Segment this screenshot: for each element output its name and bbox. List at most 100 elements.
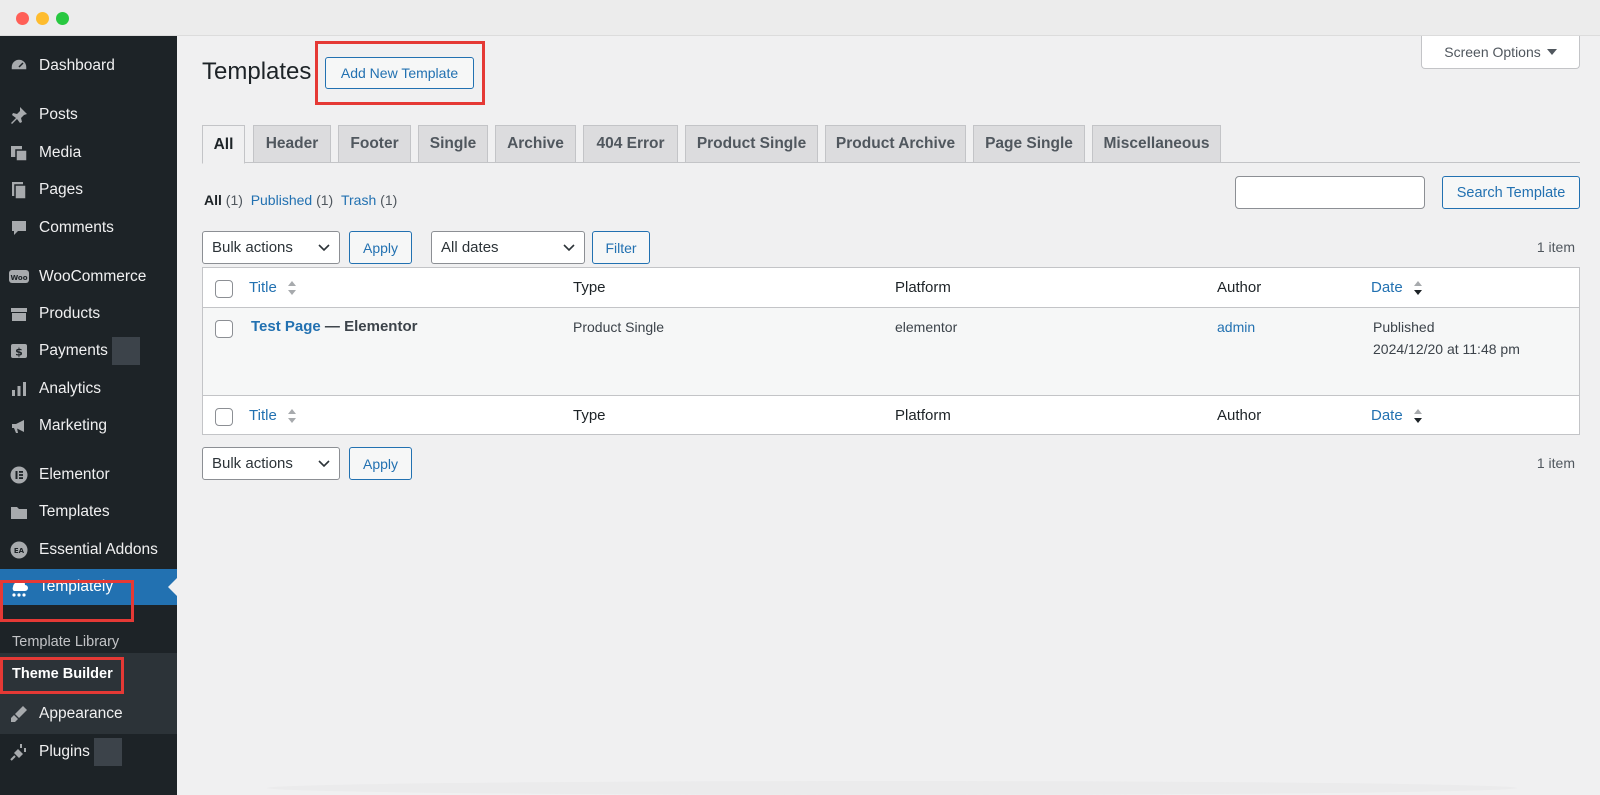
notification-badge [111,337,140,365]
highlight-box [0,657,124,694]
megaphone-icon [8,415,30,437]
sidebar-item-payments[interactable]: $ Payments [0,333,177,369]
highlight-box [315,41,485,105]
sidebar-item-label: Products [39,305,101,322]
sidebar-item-plugins[interactable]: Plugins [0,734,177,770]
sidebar-item-products[interactable]: Products [0,296,177,332]
active-menu-arrow [168,578,177,596]
column-platform: Platform [895,279,951,296]
column-date-label: Date [1371,279,1403,296]
sidebar-item-marketing[interactable]: Marketing [0,408,177,444]
tab-product-single[interactable]: Product Single [685,125,818,163]
sidebar-item-pages[interactable]: Pages [0,172,177,208]
sidebar-item-label: Marketing [39,417,108,434]
svg-text:Woo: Woo [10,274,27,282]
search-template-button[interactable]: Search Template [1442,176,1580,209]
sidebar-item-label: Appearance [39,705,123,722]
column-title-label: Title [249,407,277,424]
tab-single[interactable]: Single [418,125,488,163]
sidebar-item-appearance[interactable]: Appearance [0,696,177,732]
template-type-tabs: All Header Footer Single Archive 404 Err… [202,125,1580,164]
item-count: 1 item [1536,239,1575,255]
filter-published-count: (1) [316,192,334,208]
sidebar-item-templates[interactable]: Templates [0,494,177,530]
bulk-actions-select-bottom[interactable]: Bulk actions [202,447,340,480]
maximize-window-button[interactable] [56,12,69,25]
sidebar-item-media[interactable]: Media [0,135,177,171]
sidebar-item-label: Plugins [39,743,90,760]
row-author-link[interactable]: admin [1217,319,1255,335]
sidebar-item-dashboard[interactable]: Dashboard [0,48,177,84]
sidebar-item-analytics[interactable]: Analytics [0,371,177,407]
bulk-actions-value: Bulk actions [212,239,293,256]
table-footer: Title Type Platform Author Date [203,395,1579,435]
row-title-cell: Test Page — Elementor [251,318,417,335]
sidebar-item-label: Templates [39,503,110,520]
window-titlebar [0,0,1600,36]
row-type: Product Single [573,319,665,335]
bulk-actions-select[interactable]: Bulk actions [202,231,340,264]
sidebar-item-woocommerce[interactable]: Woo WooCommerce [0,259,177,295]
dates-select[interactable]: All dates [431,231,585,264]
sidebar-item-comments[interactable]: Comments [0,210,177,246]
row-title-link[interactable]: Test Page [251,318,321,335]
templates-table: Title Type Platform Author Date Test Pag… [202,267,1580,435]
comment-icon [8,217,30,239]
chevron-down-icon [318,460,330,468]
notification-badge [93,738,122,766]
tab-404-error[interactable]: 404 Error [583,125,678,163]
item-count-bottom: 1 item [1536,455,1575,471]
table-row: Test Page — Elementor Product Single ele… [203,308,1579,395]
brush-icon [8,703,30,725]
ea-icon: EA [8,539,30,561]
woo-icon: Woo [8,266,30,288]
sort-icon [287,409,296,424]
sort-icon [287,281,296,296]
filter-all[interactable]: All [204,192,222,208]
apply-button[interactable]: Apply [349,231,412,264]
column-title-label: Title [249,279,277,296]
status-filters: All (1) Published (1) Trash (1) [204,192,397,208]
sidebar-item-label: Elementor [39,466,110,483]
sidebar-item-label: Analytics [39,380,102,397]
sidebar-item-essential-addons[interactable]: EA Essential Addons [0,532,177,568]
sidebar-item-posts[interactable]: Posts [0,97,177,133]
tab-miscellaneous[interactable]: Miscellaneous [1092,125,1221,163]
sidebar-item-label: Pages [39,181,83,198]
svg-text:$: $ [15,346,23,359]
column-author: Author [1217,279,1262,296]
caret-down-icon [1546,49,1557,55]
dates-value: All dates [441,239,499,256]
apply-button-bottom[interactable]: Apply [349,447,412,480]
sort-icon [1413,281,1422,296]
close-window-button[interactable] [16,12,29,25]
tab-archive[interactable]: Archive [495,125,576,163]
sort-icon [1413,409,1422,424]
tab-footer[interactable]: Footer [338,125,411,163]
submenu-item-template-library[interactable]: Template Library [12,634,119,650]
chevron-down-icon [563,244,575,252]
filter-trash[interactable]: Trash [341,192,376,208]
minimize-window-button[interactable] [36,12,49,25]
select-all-checkbox[interactable] [215,280,233,298]
sidebar-item-elementor[interactable]: Elementor [0,457,177,493]
column-title-sort[interactable]: Title [249,407,297,424]
screen-options-button[interactable]: Screen Options [1421,36,1580,69]
dashboard-icon [8,55,30,77]
tab-product-archive[interactable]: Product Archive [825,125,966,163]
elementor-icon [8,464,30,486]
row-platform: elementor [895,319,958,335]
column-date-sort[interactable]: Date [1371,279,1423,296]
filter-published[interactable]: Published [251,192,313,208]
filter-button[interactable]: Filter [592,231,650,264]
search-input[interactable] [1235,176,1425,209]
column-title-sort[interactable]: Title [249,279,297,296]
footer-shadow [267,781,1517,795]
tab-page-single[interactable]: Page Single [973,125,1085,163]
pages-icon [8,179,30,201]
row-checkbox[interactable] [215,320,233,338]
select-all-checkbox[interactable] [215,408,233,426]
tab-all[interactable]: All [202,125,245,164]
tab-header[interactable]: Header [253,125,331,163]
column-date-sort[interactable]: Date [1371,407,1423,424]
